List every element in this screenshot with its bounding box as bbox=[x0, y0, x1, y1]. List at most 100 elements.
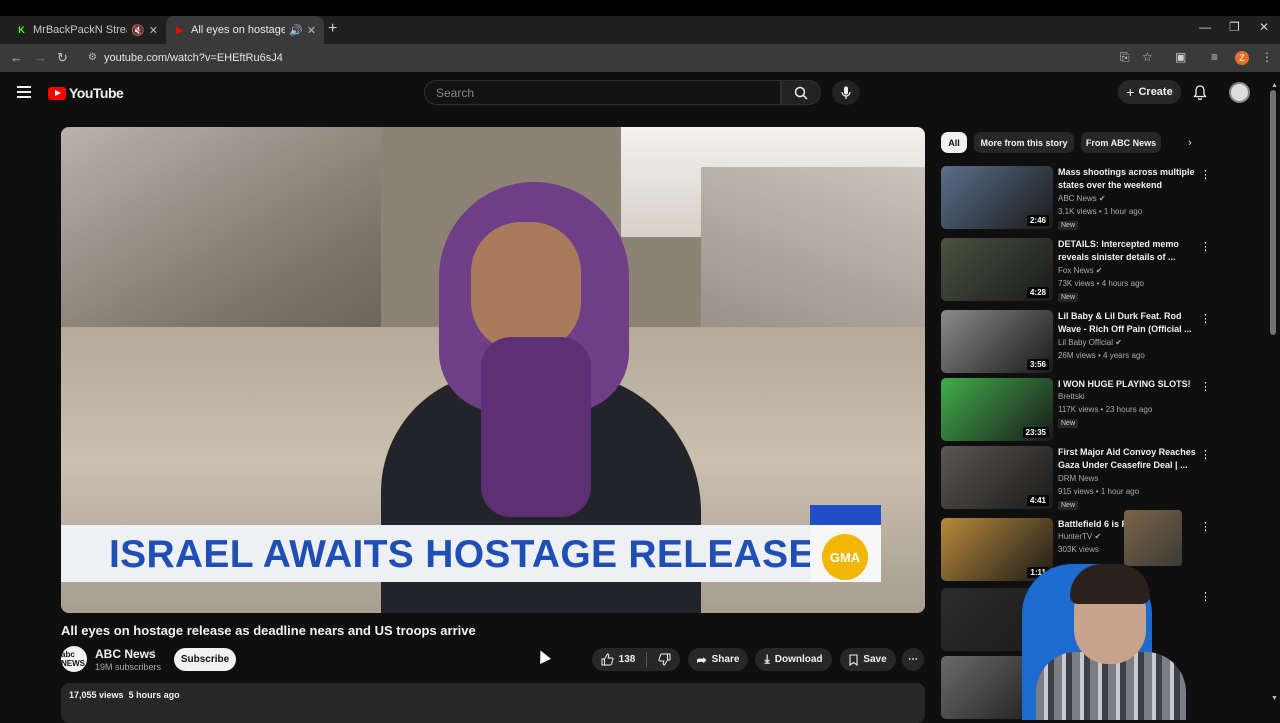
new-tab-icon[interactable]: + bbox=[328, 20, 337, 38]
share-button[interactable]: ➦ Share bbox=[688, 648, 748, 671]
description-box[interactable] bbox=[61, 683, 925, 723]
video-title: All eyes on hostage release as deadline … bbox=[61, 623, 476, 638]
upload-age: 5 hours ago bbox=[128, 690, 180, 700]
video-frame-face bbox=[471, 222, 581, 352]
close-tab-icon[interactable]: ✕ bbox=[149, 24, 158, 37]
recommendation-menu-icon[interactable]: ⋮ bbox=[1200, 448, 1211, 461]
recommendation-thumbnail[interactable]: 4:41 bbox=[941, 446, 1053, 509]
speaker-icon[interactable]: 🔊 bbox=[289, 24, 303, 37]
verified-badge-icon: ✔ bbox=[148, 648, 156, 658]
recommendation-meta: 117K views • 23 hours ago bbox=[1058, 405, 1153, 414]
bookmark-star-icon[interactable]: ☆ bbox=[1142, 50, 1153, 64]
download-button[interactable]: ⤓ Download bbox=[755, 648, 832, 671]
recommendation-title[interactable]: DETAILS: Intercepted memo reveals sinist… bbox=[1058, 238, 1198, 264]
youtube-play-icon bbox=[48, 86, 66, 100]
recommendation-title[interactable]: I WON HUGE PLAYING SLOTS! bbox=[1058, 378, 1198, 391]
install-app-icon[interactable]: ⎘ bbox=[1120, 50, 1130, 65]
search-input[interactable]: Search bbox=[424, 80, 781, 105]
chip-more-from-story[interactable]: More from this story bbox=[974, 132, 1074, 153]
close-window-icon[interactable]: ✕ bbox=[1259, 20, 1269, 34]
thumbs-down-icon[interactable] bbox=[658, 653, 671, 666]
chevron-right-icon[interactable]: › bbox=[1188, 137, 1192, 149]
maximize-icon[interactable]: ❐ bbox=[1229, 20, 1240, 34]
news-headline: ISRAEL AWAITS HOSTAGE RELEASE bbox=[109, 533, 815, 576]
close-tab-icon[interactable]: ✕ bbox=[307, 24, 316, 37]
scroll-down-icon[interactable]: ▼ bbox=[1271, 695, 1278, 702]
recommendation-channel[interactable]: ABC News ✔ bbox=[1058, 194, 1106, 203]
recommendation-title[interactable]: Mass shootings across multiple states ov… bbox=[1058, 166, 1198, 192]
menu-icon[interactable] bbox=[17, 86, 31, 101]
site-info-icon[interactable]: ⚙ bbox=[88, 52, 97, 63]
notifications-bell-icon[interactable] bbox=[1193, 85, 1207, 100]
recommendation-thumbnail[interactable]: 3:56 bbox=[941, 310, 1053, 373]
page-scrollbar[interactable] bbox=[1270, 90, 1276, 335]
recommendation-thumbnail[interactable]: 2:46 bbox=[941, 166, 1053, 229]
verified-badge-icon: ✔ bbox=[1098, 194, 1106, 203]
chip-from-abc-news[interactable]: From ABC News bbox=[1081, 132, 1161, 153]
recommendation-menu-icon[interactable]: ⋮ bbox=[1200, 380, 1211, 393]
logo-text: YouTube bbox=[69, 85, 124, 101]
forward-icon[interactable]: → bbox=[34, 50, 47, 65]
scroll-up-icon[interactable]: ▲ bbox=[1271, 82, 1278, 89]
chip-all[interactable]: All bbox=[941, 132, 967, 153]
recommendation-menu-icon[interactable]: ⋮ bbox=[1200, 312, 1211, 325]
duration-badge: 4:28 bbox=[1026, 287, 1049, 298]
recommendation-channel[interactable]: DRM News bbox=[1058, 474, 1098, 483]
like-divider bbox=[646, 652, 648, 667]
top-strip bbox=[0, 0, 1280, 16]
duration-badge: 2:46 bbox=[1026, 215, 1049, 226]
bookmark-icon bbox=[849, 653, 858, 666]
like-count[interactable]: 138 bbox=[619, 654, 636, 665]
tab-title: All eyes on hostage release bbox=[191, 24, 286, 36]
tab-youtube[interactable]: ▶ All eyes on hostage release 🔊 ✕ bbox=[166, 16, 324, 44]
new-badge: New bbox=[1058, 221, 1079, 230]
tab-stream[interactable]: K MrBackPackN Stream - Wa 🔇 ✕ bbox=[8, 16, 166, 44]
subscribe-button[interactable]: Subscribe bbox=[174, 648, 236, 671]
channel-name[interactable]: ABC News bbox=[95, 647, 156, 661]
channel-avatar[interactable]: abc NEWS bbox=[61, 646, 87, 672]
tab-title: MrBackPackN Stream - Wa bbox=[33, 24, 127, 36]
url-field[interactable]: ⚙ youtube.com/watch?v=EHEftRu6sJ4 bbox=[80, 48, 1105, 68]
recommendation-item[interactable]: 4:41 First Major Aid Convoy Reaches Gaza … bbox=[941, 446, 1211, 510]
recommendation-thumbnail[interactable]: 4:28 bbox=[941, 238, 1053, 301]
recommendation-item[interactable]: 2:46 Mass shootings across multiple state… bbox=[941, 166, 1211, 230]
new-badge: New bbox=[1058, 293, 1079, 302]
duration-badge: 23:35 bbox=[1022, 427, 1049, 438]
recommendation-channel[interactable]: Fox News ✔ bbox=[1058, 266, 1103, 275]
recommendation-channel[interactable]: HunterTV ✔ bbox=[1058, 532, 1101, 541]
thumbs-up-icon[interactable] bbox=[601, 653, 614, 666]
muted-speaker-icon[interactable]: 🔇 bbox=[131, 24, 145, 37]
recommendation-menu-icon[interactable]: ⋮ bbox=[1200, 240, 1211, 253]
minimize-icon[interactable]: — bbox=[1199, 20, 1211, 34]
voice-search-button[interactable] bbox=[832, 80, 860, 105]
account-avatar[interactable] bbox=[1229, 82, 1250, 103]
search-placeholder: Search bbox=[436, 85, 475, 100]
recommendation-meta: 915 views • 1 hour ago bbox=[1058, 487, 1140, 496]
recommendation-menu-icon[interactable]: ⋮ bbox=[1200, 168, 1211, 181]
recommendation-menu-icon[interactable]: ⋮ bbox=[1200, 520, 1211, 533]
recommendation-meta: 73K views • 4 hours ago bbox=[1058, 279, 1144, 288]
more-actions-icon[interactable]: ⋯ bbox=[902, 648, 924, 671]
recommendation-title[interactable]: First Major Aid Convoy Reaches Gaza Unde… bbox=[1058, 446, 1198, 472]
youtube-logo[interactable]: YouTube bbox=[48, 85, 124, 101]
recommendation-title[interactable]: Lil Baby & Lil Durk Feat. Rod Wave - Ric… bbox=[1058, 310, 1198, 336]
media-controls-icon[interactable]: ≡ bbox=[1211, 50, 1218, 64]
new-badge: New bbox=[1058, 419, 1079, 428]
recommendation-item[interactable]: 4:28 DETAILS: Intercepted memo reveals si… bbox=[941, 238, 1211, 302]
recommendation-item[interactable]: 23:35 I WON HUGE PLAYING SLOTS! Brettski 11… bbox=[941, 378, 1211, 442]
search-button[interactable] bbox=[781, 80, 821, 105]
video-player[interactable]: ISRAEL AWAITS HOSTAGE RELEASE GMA bbox=[61, 127, 925, 613]
recommendation-menu-icon[interactable]: ⋮ bbox=[1200, 590, 1211, 603]
back-icon[interactable]: ← bbox=[10, 50, 23, 65]
save-button[interactable]: Save bbox=[840, 648, 896, 671]
sidebar-panel-icon[interactable]: ▣ bbox=[1175, 50, 1186, 64]
browser-profile-avatar[interactable]: Z bbox=[1235, 51, 1249, 65]
reload-icon[interactable]: ↻ bbox=[57, 50, 68, 66]
recommendation-channel[interactable]: Brettski bbox=[1058, 392, 1085, 401]
recommendation-thumbnail[interactable]: 23:35 bbox=[941, 378, 1053, 441]
browser-menu-icon[interactable]: ⋮ bbox=[1261, 50, 1273, 64]
recommendation-channel[interactable]: Lil Baby Official ✔ bbox=[1058, 338, 1122, 347]
create-label: Create bbox=[1138, 86, 1173, 98]
recommendation-item[interactable]: 3:56 Lil Baby & Lil Durk Feat. Rod Wave -… bbox=[941, 310, 1211, 374]
create-button[interactable]: + Create bbox=[1118, 80, 1181, 104]
